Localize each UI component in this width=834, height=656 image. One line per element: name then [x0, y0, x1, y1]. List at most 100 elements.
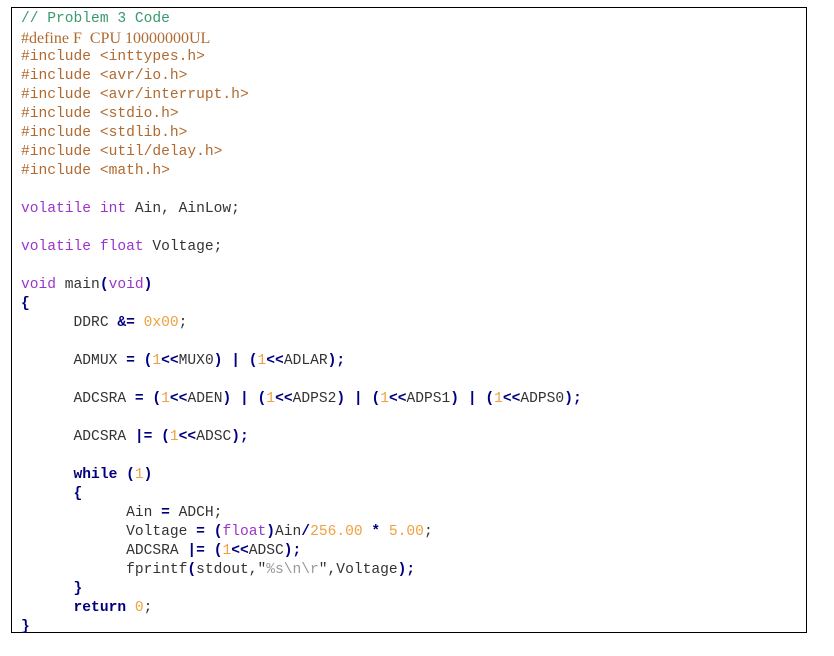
code-token: DDRC — [73, 315, 118, 331]
code-token: ) — [450, 391, 460, 407]
code-line: #include <stdlib.h> — [21, 124, 582, 143]
code-token: Ain — [126, 505, 162, 521]
code-token: ); — [397, 562, 416, 578]
code-token: &= — [117, 315, 135, 331]
code-token: ADMUX — [73, 353, 127, 369]
code-token: = — [196, 524, 205, 540]
code-token: ; — [143, 600, 153, 616]
code-token: ( — [161, 429, 170, 445]
code-line: #include <util/delay.h> — [21, 143, 582, 162]
code-line: ADMUX = (1<<MUX0) | (1<<ADLAR); — [21, 352, 582, 371]
code-token: |= — [187, 543, 205, 559]
code-line: fprintf(stdout,"%s\n\r",Voltage); — [21, 561, 582, 580]
code-token: #include <stdlib.h> — [21, 125, 188, 141]
code-line: volatile float Voltage; — [21, 238, 582, 257]
code-token: ADPS0 — [520, 391, 565, 407]
code-line: #include <stdio.h> — [21, 105, 582, 124]
code-token: Voltage — [126, 524, 197, 540]
code-token: ( — [257, 391, 267, 407]
code-token: void — [21, 277, 57, 293]
code-line: } — [21, 618, 582, 637]
code-line: volatile int Ain, AinLow; — [21, 200, 582, 219]
code-token: ) — [266, 524, 276, 540]
code-token: 1 — [169, 429, 179, 445]
code-token: ADEN — [187, 391, 223, 407]
code-token: ADCH; — [169, 505, 223, 521]
code-token: ) — [143, 467, 153, 483]
code-token: ADLAR — [283, 353, 328, 369]
code-token: Ain, AinLow; — [126, 201, 240, 217]
code-line: return 0; — [21, 599, 582, 618]
code-line: Voltage = (float)Ain/256.00 * 5.00; — [21, 523, 582, 542]
code-token: #include <avr/io.h> — [21, 68, 188, 84]
code-token: 1 — [134, 467, 144, 483]
code-token: | — [240, 391, 249, 407]
code-line: #include <avr/interrupt.h> — [21, 86, 582, 105]
code-token: | — [231, 353, 240, 369]
code-token: / — [301, 524, 311, 540]
code-token: #include <stdio.h> — [21, 106, 179, 122]
code-token: 1 — [494, 391, 503, 407]
code-token: 1 — [161, 391, 170, 407]
code-line: { — [21, 295, 582, 314]
code-token: } — [73, 581, 83, 597]
code-token: ); — [231, 429, 249, 445]
code-token: ADCSRA — [73, 391, 135, 407]
code-token: { — [73, 486, 83, 502]
code-token: while — [73, 467, 118, 483]
code-token: { — [21, 296, 30, 312]
code-token: ADSC — [248, 543, 284, 559]
code-token: stdout, — [196, 562, 258, 578]
code-token: = — [134, 391, 144, 407]
code-line: DDRC &= 0x00; — [21, 314, 582, 333]
code-token: << — [231, 543, 249, 559]
code-token: 1 — [257, 353, 267, 369]
code-token: ; — [423, 524, 433, 540]
code-token: #include <avr/interrupt.h> — [21, 87, 249, 103]
code-token: << — [266, 353, 284, 369]
code-token: #define F CPU 10000000UL — [21, 30, 211, 47]
code-token: 0 — [134, 600, 144, 616]
code-token: " — [257, 562, 267, 578]
code-token: ); — [283, 543, 302, 559]
code-token: ( — [187, 562, 197, 578]
code-token: #include <util/delay.h> — [21, 144, 223, 160]
code-token: = — [126, 353, 135, 369]
code-token: ADCSRA — [126, 543, 188, 559]
code-token: Ain — [275, 524, 302, 540]
code-line: #define F CPU 10000000UL — [21, 29, 582, 48]
code-token: ( — [485, 391, 495, 407]
code-token: ( — [152, 391, 162, 407]
code-token: 1 — [222, 543, 232, 559]
code-token: << — [502, 391, 521, 407]
code-token: #include <inttypes.h> — [21, 49, 205, 65]
code-token: // Problem 3 Code — [21, 11, 170, 27]
code-token: | — [467, 391, 477, 407]
code-token: ( — [99, 277, 109, 293]
code-token: << — [275, 391, 293, 407]
code-token: 1 — [152, 353, 162, 369]
code-token: ADSC — [196, 429, 232, 445]
code-line: ADCSRA = (1<<ADEN) | (1<<ADPS2) | (1<<AD… — [21, 390, 582, 409]
